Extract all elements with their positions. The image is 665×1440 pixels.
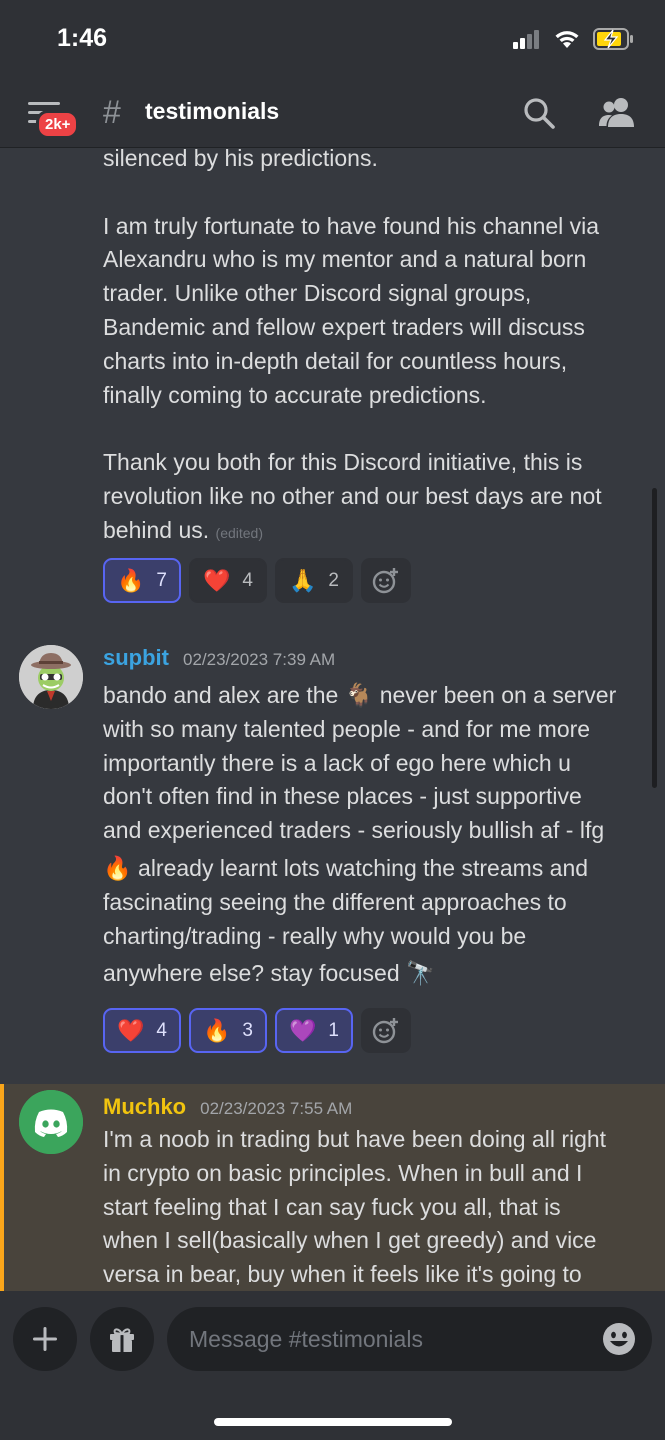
- message-line: behind us. (edited): [103, 514, 648, 551]
- add-reaction-button[interactable]: [360, 558, 411, 603]
- message-line: silenced by his predictions.: [103, 148, 378, 171]
- message-line: don't often find in these places - just …: [103, 783, 582, 810]
- fire-emoji: 🔥: [117, 567, 145, 593]
- author-name[interactable]: Muchko: [103, 1094, 186, 1120]
- reaction-count: 4: [156, 1019, 167, 1041]
- status-icons: [513, 28, 635, 50]
- message-input[interactable]: [189, 1307, 589, 1371]
- members-icon: [599, 98, 634, 127]
- reaction-count: 1: [328, 1019, 339, 1041]
- reaction-purple-heart[interactable]: 💜 1: [274, 1008, 353, 1053]
- pray-emoji: 🙏: [288, 567, 317, 593]
- attach-button[interactable]: [13, 1307, 77, 1371]
- avatar-supbit[interactable]: [19, 645, 83, 709]
- status-time: 1:46: [57, 24, 108, 52]
- message-line: charting/trading - really why would you …: [103, 922, 527, 949]
- message-line: I'm a noob in trading but have been doin…: [103, 1126, 607, 1152]
- message-composer: [0, 1291, 665, 1440]
- message-line: and experienced traders - seriously bull…: [103, 817, 605, 844]
- reaction-count: 7: [156, 569, 167, 591]
- reaction-heart[interactable]: ❤️ 4: [103, 1008, 181, 1053]
- reaction-count: 2: [328, 569, 339, 591]
- message-line: trader. Unlike other Discord signal grou…: [103, 280, 532, 307]
- message-timestamp: 02/23/2023 7:55 AM: [200, 1099, 353, 1118]
- message-line: I am truly fortunate to have found his c…: [103, 212, 600, 239]
- plus-icon: [33, 1327, 57, 1351]
- scrollbar[interactable]: [652, 488, 657, 788]
- message-line: bando and alex are the 🐐 never been on a…: [103, 682, 617, 708]
- cellular-signal-icon: [513, 30, 539, 49]
- channel-title: testimonials: [145, 98, 280, 124]
- reaction-heart[interactable]: ❤️ 4: [188, 558, 267, 603]
- message-line: charts into in-depth detail for countles…: [103, 347, 568, 374]
- message-line: Thank you both for this Discord initiati…: [103, 449, 583, 476]
- discord-logo-icon: [19, 1090, 83, 1154]
- message-line: 🔥 already learnt lots watching the strea…: [103, 854, 589, 881]
- message-line: versa in bear, buy when it feels like it…: [103, 1261, 582, 1288]
- message-header: Muchko 02/23/2023 7:55 AM: [103, 1094, 352, 1120]
- server-menu-button[interactable]: 2k+: [26, 100, 82, 140]
- message-input-wrapper: [167, 1307, 652, 1371]
- message-line: [103, 412, 648, 446]
- message-line: fascinating seeing the different approac…: [103, 888, 567, 915]
- search-button[interactable]: [522, 96, 556, 134]
- message-line: revolution like no other and our best da…: [103, 482, 602, 509]
- smiley-icon: [603, 1323, 635, 1355]
- message-content: I'm a noob in trading but have been doin…: [103, 1123, 648, 1291]
- home-indicator: [214, 1418, 452, 1426]
- battery-charging-icon: [593, 28, 633, 50]
- wifi-icon: [555, 31, 579, 48]
- message-line: start feeling that I can say fuck you al…: [103, 1193, 561, 1220]
- heart-emoji: ❤️: [117, 1017, 145, 1043]
- search-icon: [524, 98, 555, 129]
- add-reaction-icon: [372, 567, 398, 593]
- channel-header: 2k+ # testimonials: [0, 80, 665, 148]
- message-timestamp: 02/23/2023 7:39 AM: [183, 650, 336, 669]
- reaction-fire[interactable]: 🔥 3: [188, 1008, 267, 1053]
- status-bar: 1:46: [0, 0, 665, 80]
- message-line: Bandemic and fellow expert traders will …: [103, 313, 585, 340]
- emoji-picker-button[interactable]: [602, 1322, 636, 1360]
- reaction-bar: ❤️ 4 🔥 3 💜 1: [103, 1008, 411, 1053]
- avatar-muchko[interactable]: [19, 1090, 83, 1154]
- message-line: finally coming to accurate predictions.: [103, 381, 487, 408]
- message-line: in crypto on basic principles. When in b…: [103, 1159, 583, 1186]
- heart-emoji: ❤️: [202, 567, 231, 593]
- reaction-count: 4: [242, 569, 253, 591]
- add-reaction-button[interactable]: [360, 1008, 411, 1053]
- reaction-bar: 🔥 7 ❤️ 4 🙏 2: [103, 558, 411, 603]
- message-line-text: behind us.: [103, 516, 210, 543]
- gift-button[interactable]: [90, 1307, 154, 1371]
- message-line: importantly there is a lack of ego here …: [103, 749, 571, 776]
- message-line: [103, 176, 648, 210]
- cartoon-avatar-icon: [19, 645, 83, 709]
- purple-heart-emoji: 💜: [288, 1017, 317, 1043]
- fire-emoji: 🔥: [202, 1017, 231, 1043]
- message-header: supbit 02/23/2023 7:39 AM: [103, 645, 335, 671]
- message-line: when I sell(basically when I get greedy)…: [103, 1227, 597, 1254]
- message-list[interactable]: silenced by his predictions. I am truly …: [0, 148, 665, 1291]
- reaction-pray[interactable]: 🙏 2: [274, 558, 353, 603]
- author-name[interactable]: supbit: [103, 645, 169, 671]
- gift-icon: [110, 1328, 134, 1352]
- member-list-button[interactable]: [597, 96, 637, 134]
- message-line: anywhere else? stay focused 🔭: [103, 960, 435, 987]
- reaction-count: 3: [242, 1019, 253, 1041]
- message-content: bando and alex are the 🐐 never been on a…: [103, 679, 648, 991]
- message-content: silenced by his predictions. I am truly …: [103, 148, 648, 551]
- message-line: Alexandru who is my mentor and a natural…: [103, 246, 587, 273]
- reaction-fire[interactable]: 🔥 7: [103, 558, 181, 603]
- message-line: with so many talented people - and for m…: [103, 715, 591, 742]
- add-reaction-icon: [372, 1017, 398, 1043]
- edited-label: (edited): [215, 524, 263, 541]
- channel-hash-icon: #: [103, 94, 121, 130]
- mention-count-badge: 2k+: [36, 110, 80, 139]
